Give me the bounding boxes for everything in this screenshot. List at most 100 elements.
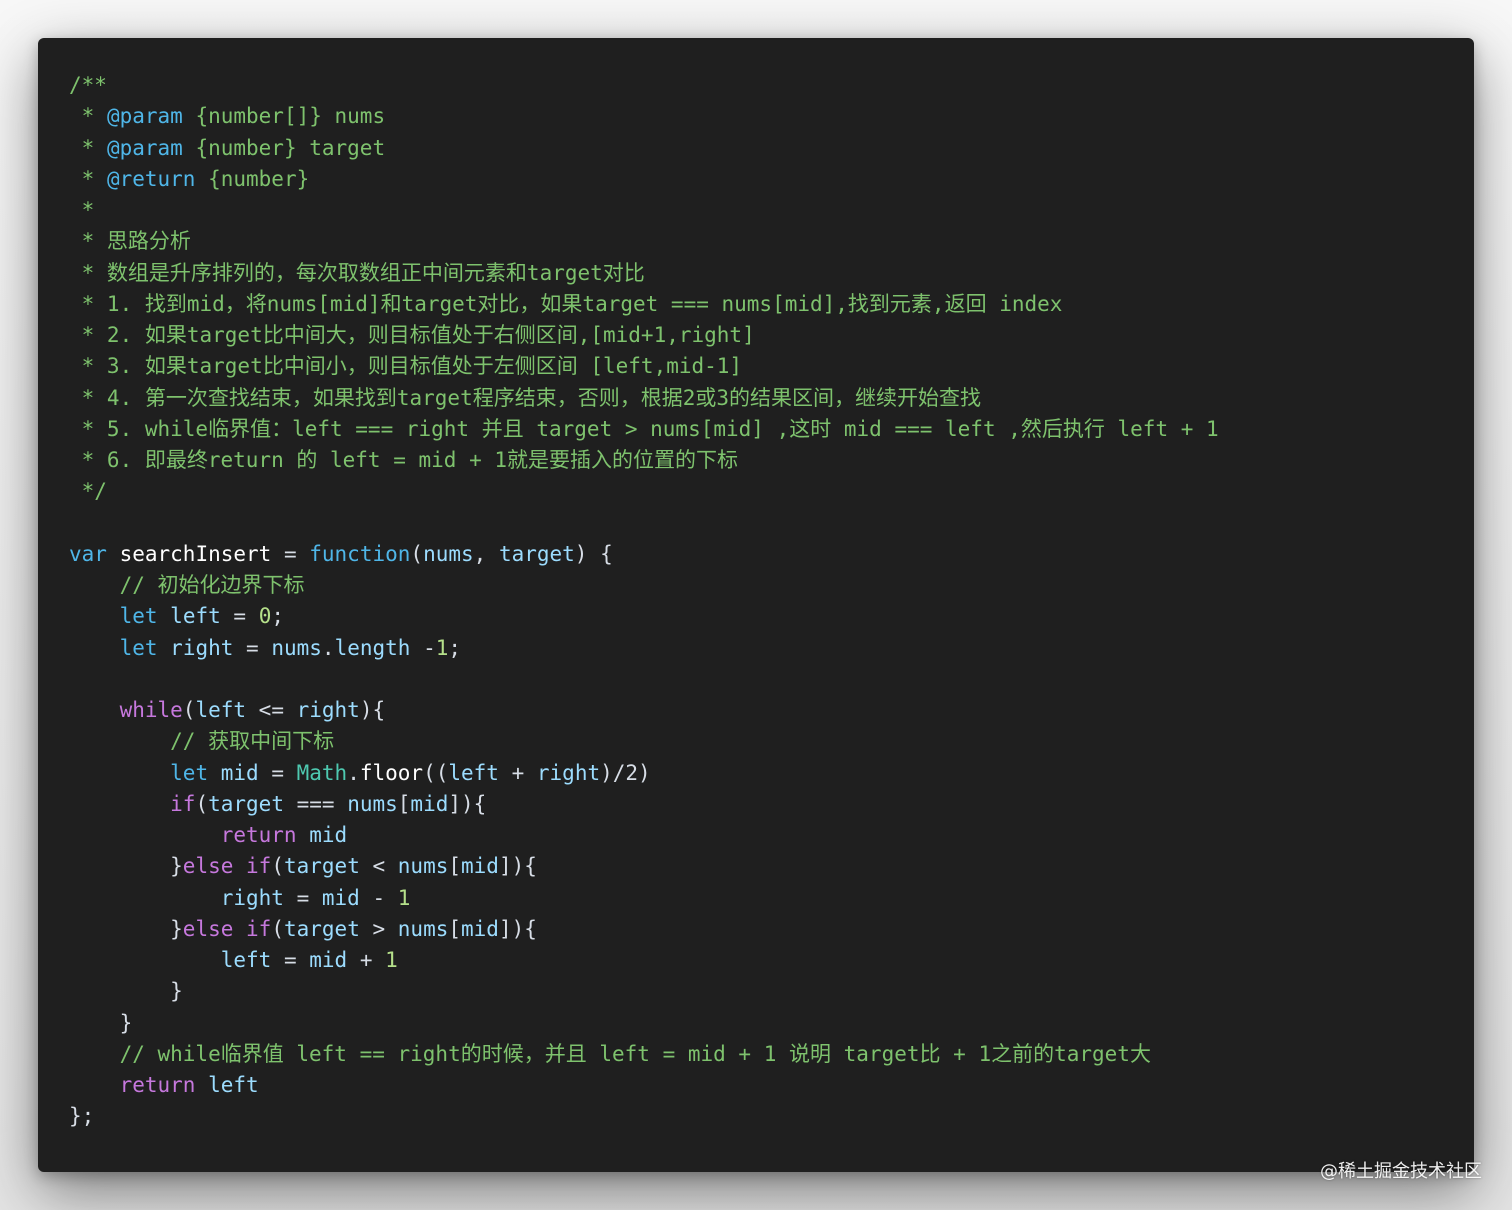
code-token: === xyxy=(283,791,348,816)
code-line: if(target === nums[mid]){ xyxy=(69,789,1219,820)
code-token: else xyxy=(182,854,234,879)
code-token: let xyxy=(119,635,158,660)
code-token: * xyxy=(69,135,107,160)
code-token: {number} xyxy=(195,166,310,191)
code-token: if xyxy=(246,854,272,879)
code-token: ]){ xyxy=(448,791,487,816)
code-token: . xyxy=(347,760,360,785)
code-token: } xyxy=(69,1010,133,1035)
code-line: } xyxy=(69,1008,1219,1039)
code-line: }else if(target > nums[mid]){ xyxy=(69,914,1219,945)
code-token: 1 xyxy=(435,635,449,660)
code-line: * 2. 如果target比中间大，则目标值处于右侧区间,[mid+1,righ… xyxy=(69,320,1219,351)
code-token: * 1. 找到mid，将nums[mid]和target对比，如果target … xyxy=(69,291,1063,316)
code-token: <= xyxy=(246,698,297,722)
code-line: * @return {number} xyxy=(69,164,1219,195)
code-token: @return xyxy=(106,166,196,191)
code-token: } xyxy=(69,916,183,941)
code-token: let xyxy=(170,760,209,785)
code-token: target xyxy=(283,916,360,941)
code-line: return left xyxy=(69,1070,1219,1101)
code-token: }; xyxy=(69,1104,95,1129)
code-block: /** * @param {number[]} nums * @param {n… xyxy=(69,70,1219,1133)
code-token: // while临界值 left == right的时候，并且 left = m… xyxy=(69,1041,1151,1066)
code-token: mid xyxy=(220,760,259,785)
code-token: target xyxy=(498,541,575,566)
code-token: nums xyxy=(397,854,449,879)
code-token: = xyxy=(271,541,310,566)
code-token: [ xyxy=(448,916,462,941)
code-token: nums xyxy=(397,916,449,941)
code-line: * 思路分析 xyxy=(69,226,1219,257)
code-line: let right = nums.length -1; xyxy=(69,633,1219,664)
code-line: /** xyxy=(69,70,1219,101)
code-token: left xyxy=(170,604,221,629)
code-token: , xyxy=(473,541,499,566)
code-token: + xyxy=(347,948,386,972)
code-token: searchInsert xyxy=(119,541,272,566)
code-token: nums xyxy=(347,791,398,816)
code-line: var searchInsert = function(nums, target… xyxy=(69,539,1219,570)
code-token: mid xyxy=(309,948,348,972)
code-token: * 5. while临界值：left === right 并且 target >… xyxy=(69,416,1219,441)
code-token: = xyxy=(271,948,310,972)
code-token: return xyxy=(220,823,297,847)
code-token: 1 xyxy=(385,948,398,972)
code-token: * 思路分析 xyxy=(69,229,191,254)
code-token: left xyxy=(220,948,272,972)
code-line: * 6. 即最终return 的 left = mid + 1就是要插入的位置的… xyxy=(69,445,1219,476)
code-token: if xyxy=(170,791,196,816)
code-line: * @param {number[]} nums xyxy=(69,101,1219,132)
code-token: left xyxy=(195,698,247,722)
code-token: target xyxy=(283,854,360,879)
code-token: nums xyxy=(423,541,474,566)
code-token: (( xyxy=(423,760,449,785)
code-token: right xyxy=(296,698,360,722)
code-token: {number[]} nums xyxy=(182,104,386,129)
code-token: mid xyxy=(321,885,360,910)
code-line: } xyxy=(69,976,1219,1007)
code-token: ( xyxy=(271,916,284,941)
code-token: * xyxy=(69,198,95,222)
code-token: 0 xyxy=(258,604,272,629)
watermark: @稀土掘金技术社区 xyxy=(1320,1161,1482,1182)
code-line: // 获取中间下标 xyxy=(69,726,1219,757)
code-token: @param xyxy=(106,104,183,129)
code-token: } xyxy=(69,979,183,1004)
code-token: let xyxy=(119,604,158,629)
code-token: } xyxy=(69,854,183,879)
code-token: /** xyxy=(69,73,107,97)
code-token: * 数组是升序排列的，每次取数组正中间元素和target对比 xyxy=(69,260,645,285)
code-token: = xyxy=(258,760,297,785)
code-token: = xyxy=(220,604,259,629)
code-token: ; xyxy=(448,635,462,660)
code-token: {number} target xyxy=(182,135,386,160)
code-token: - xyxy=(359,885,398,910)
code-token: ]){ xyxy=(498,854,537,879)
code-token: function xyxy=(309,541,411,566)
code-token: = xyxy=(233,635,272,660)
code-window: /** * @param {number[]} nums * @param {n… xyxy=(38,38,1474,1172)
code-token: floor xyxy=(359,760,424,785)
code-token: * 3. 如果target比中间小，则目标值处于左侧区间 [left,mid-1… xyxy=(69,354,743,379)
code-token: ( xyxy=(271,854,284,879)
code-token: nums xyxy=(271,635,322,660)
code-token: * 6. 即最终return 的 left = mid + 1就是要插入的位置的… xyxy=(69,448,739,472)
code-line: }; xyxy=(69,1101,1219,1132)
code-line: */ xyxy=(69,476,1219,507)
code-line: * 1. 找到mid，将nums[mid]和target对比，如果target … xyxy=(69,289,1219,320)
code-token: ( xyxy=(182,698,196,722)
code-token: . xyxy=(321,635,335,660)
code-token: @param xyxy=(106,135,183,160)
